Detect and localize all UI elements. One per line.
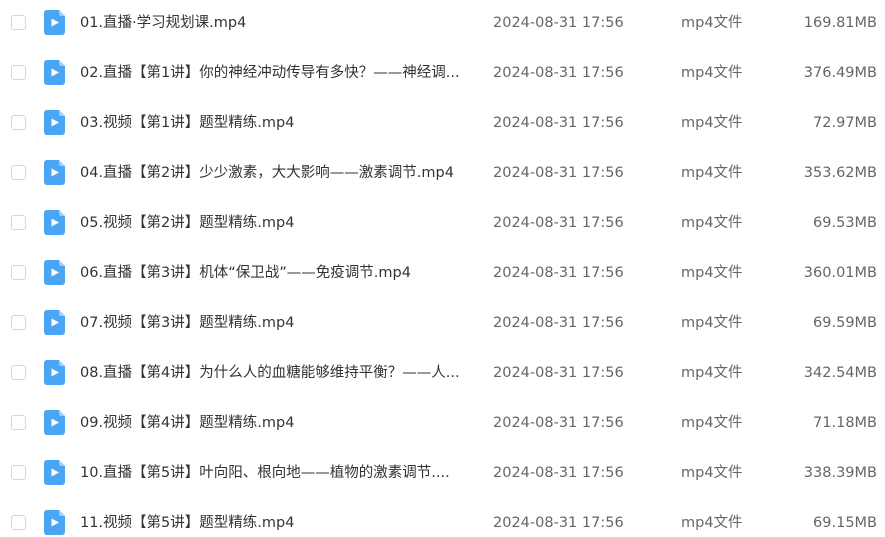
file-date: 2024-08-31 17:56 (493, 515, 624, 531)
file-date: 2024-08-31 17:56 (493, 15, 624, 31)
video-file-icon (44, 60, 65, 85)
select-checkbox[interactable] (11, 465, 26, 480)
file-size: 69.59MB (813, 315, 877, 331)
file-type: mp4文件 (681, 15, 743, 31)
file-size: 72.97MB (813, 115, 877, 131)
file-type: mp4文件 (681, 215, 743, 231)
file-date: 2024-08-31 17:56 (493, 465, 624, 481)
file-date: 2024-08-31 17:56 (493, 415, 624, 431)
file-name[interactable]: 05.视频【第2讲】题型精练.mp4 (80, 213, 475, 233)
file-date: 2024-08-31 17:56 (493, 215, 624, 231)
file-date: 2024-08-31 17:56 (493, 315, 624, 331)
file-date: 2024-08-31 17:56 (493, 365, 624, 381)
video-file-icon (44, 260, 65, 285)
file-type: mp4文件 (681, 115, 743, 131)
file-date: 2024-08-31 17:56 (493, 115, 624, 131)
file-type: mp4文件 (681, 265, 743, 281)
video-file-icon (44, 210, 65, 235)
file-size: 360.01MB (803, 265, 877, 281)
select-checkbox[interactable] (11, 365, 26, 380)
file-name[interactable]: 07.视频【第3讲】题型精练.mp4 (80, 313, 475, 333)
file-row[interactable]: 06.直播【第3讲】机体“保卫战”——免疫调节.mp4 2024-08-31 1… (0, 250, 885, 300)
file-type: mp4文件 (681, 465, 743, 481)
file-date: 2024-08-31 17:56 (493, 165, 624, 181)
file-size: 353.62MB (803, 165, 877, 181)
file-type: mp4文件 (681, 515, 743, 531)
file-name[interactable]: 06.直播【第3讲】机体“保卫战”——免疫调节.mp4 (80, 263, 475, 283)
select-checkbox[interactable] (11, 515, 26, 530)
file-row[interactable]: 05.视频【第2讲】题型精练.mp4 2024-08-31 17:56 mp4文… (0, 200, 885, 250)
file-list: 01.直播·学习规划课.mp4 2024-08-31 17:56 mp4文件 1… (0, 0, 885, 537)
video-file-icon (44, 410, 65, 435)
file-row[interactable]: 04.直播【第2讲】少少激素，大大影响——激素调节.mp4 2024-08-31… (0, 150, 885, 200)
video-file-icon (44, 460, 65, 485)
file-name[interactable]: 11.视频【第5讲】题型精练.mp4 (80, 513, 475, 533)
select-checkbox[interactable] (11, 65, 26, 80)
video-file-icon (44, 110, 65, 135)
file-name[interactable]: 02.直播【第1讲】你的神经冲动传导有多快？——神经调... (80, 63, 475, 83)
file-type: mp4文件 (681, 165, 743, 181)
file-row[interactable]: 02.直播【第1讲】你的神经冲动传导有多快？——神经调... 2024-08-3… (0, 50, 885, 100)
select-checkbox[interactable] (11, 415, 26, 430)
file-size: 338.39MB (803, 465, 877, 481)
file-row[interactable]: 09.视频【第4讲】题型精练.mp4 2024-08-31 17:56 mp4文… (0, 400, 885, 450)
select-checkbox[interactable] (11, 115, 26, 130)
file-size: 169.81MB (803, 15, 877, 31)
video-file-icon (44, 10, 65, 35)
file-name[interactable]: 03.视频【第1讲】题型精练.mp4 (80, 113, 475, 133)
file-name[interactable]: 10.直播【第5讲】叶向阳、根向地——植物的激素调节.... (80, 463, 475, 483)
video-file-icon (44, 360, 65, 385)
file-row[interactable]: 10.直播【第5讲】叶向阳、根向地——植物的激素调节.... 2024-08-3… (0, 450, 885, 500)
file-size: 69.15MB (813, 515, 877, 531)
file-date: 2024-08-31 17:56 (493, 265, 624, 281)
select-checkbox[interactable] (11, 165, 26, 180)
file-type: mp4文件 (681, 65, 743, 81)
file-name[interactable]: 09.视频【第4讲】题型精练.mp4 (80, 413, 475, 433)
file-row[interactable]: 11.视频【第5讲】题型精练.mp4 2024-08-31 17:56 mp4文… (0, 500, 885, 537)
video-file-icon (44, 160, 65, 185)
video-file-icon (44, 310, 65, 335)
video-file-icon (44, 510, 65, 535)
file-type: mp4文件 (681, 315, 743, 331)
file-row[interactable]: 08.直播【第4讲】为什么人的血糖能够维持平衡？——人... 2024-08-3… (0, 350, 885, 400)
file-row[interactable]: 03.视频【第1讲】题型精练.mp4 2024-08-31 17:56 mp4文… (0, 100, 885, 150)
select-checkbox[interactable] (11, 315, 26, 330)
select-checkbox[interactable] (11, 215, 26, 230)
file-name[interactable]: 01.直播·学习规划课.mp4 (80, 13, 475, 33)
file-date: 2024-08-31 17:56 (493, 65, 624, 81)
file-row[interactable]: 07.视频【第3讲】题型精练.mp4 2024-08-31 17:56 mp4文… (0, 300, 885, 350)
file-row[interactable]: 01.直播·学习规划课.mp4 2024-08-31 17:56 mp4文件 1… (0, 0, 885, 50)
file-type: mp4文件 (681, 415, 743, 431)
file-size: 342.54MB (803, 365, 877, 381)
select-checkbox[interactable] (11, 265, 26, 280)
file-size: 69.53MB (813, 215, 877, 231)
file-size: 71.18MB (813, 415, 877, 431)
file-name[interactable]: 08.直播【第4讲】为什么人的血糖能够维持平衡？——人... (80, 363, 475, 383)
file-type: mp4文件 (681, 365, 743, 381)
file-size: 376.49MB (803, 65, 877, 81)
file-name[interactable]: 04.直播【第2讲】少少激素，大大影响——激素调节.mp4 (80, 163, 475, 183)
select-checkbox[interactable] (11, 15, 26, 30)
